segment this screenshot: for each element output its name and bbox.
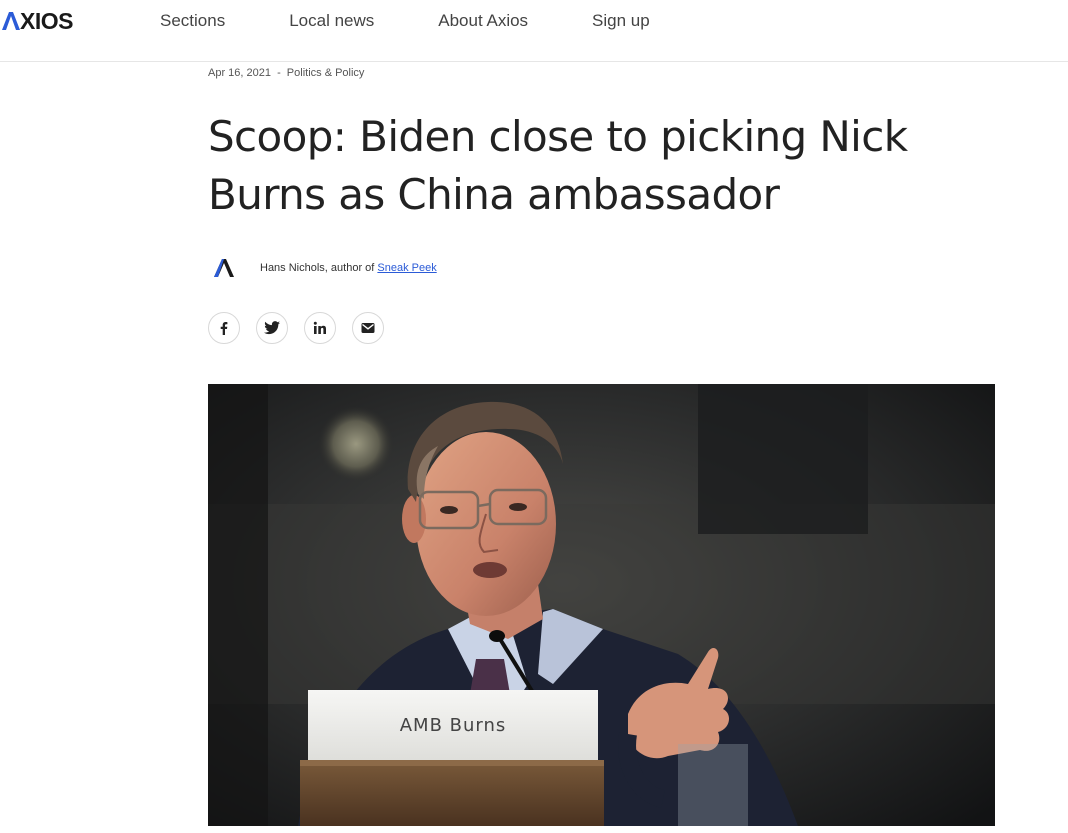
share-facebook-button[interactable] [208, 312, 240, 344]
axios-avatar-icon [214, 259, 234, 277]
site-header: XIOS Sections Local news About Axios Sig… [0, 0, 1068, 62]
twitter-icon [264, 321, 280, 335]
share-email-button[interactable] [352, 312, 384, 344]
share-twitter-button[interactable] [256, 312, 288, 344]
share-linkedin-button[interactable] [304, 312, 336, 344]
author-avatar[interactable] [208, 252, 240, 284]
facebook-icon [220, 322, 228, 335]
author-name: Hans Nichols, author of [260, 262, 378, 274]
publish-date: Apr 16, 2021 [208, 67, 271, 79]
nav-sign-up[interactable]: Sign up [592, 11, 650, 31]
nav-local-news[interactable]: Local news [289, 11, 374, 31]
article-meta: Apr 16, 2021 - Politics & Policy [208, 67, 364, 80]
linkedin-icon [313, 321, 326, 334]
email-icon [361, 323, 375, 333]
share-bar [208, 312, 400, 344]
main-nav: Sections Local news About Axios Sign up [160, 11, 714, 31]
axios-logo[interactable]: XIOS [2, 8, 73, 34]
article-category[interactable]: Politics & Policy [287, 67, 365, 79]
nav-sections[interactable]: Sections [160, 11, 225, 31]
axios-logo-mark-icon [2, 12, 20, 30]
byline: Hans Nichols, author of Sneak Peek [208, 252, 437, 284]
name-placard: AMB Burns [400, 715, 507, 736]
nav-about-axios[interactable]: About Axios [438, 11, 528, 31]
hero-photo: AMB Burns [208, 384, 995, 826]
nick-burns-photo: AMB Burns [208, 384, 995, 826]
article-headline: Scoop: Biden close to picking Nick Burns… [208, 112, 908, 219]
byline-text: Hans Nichols, author of Sneak Peek [260, 262, 437, 274]
logo-text: XIOS [20, 8, 73, 34]
meta-separator: - [277, 67, 281, 79]
newsletter-link[interactable]: Sneak Peek [377, 262, 436, 274]
